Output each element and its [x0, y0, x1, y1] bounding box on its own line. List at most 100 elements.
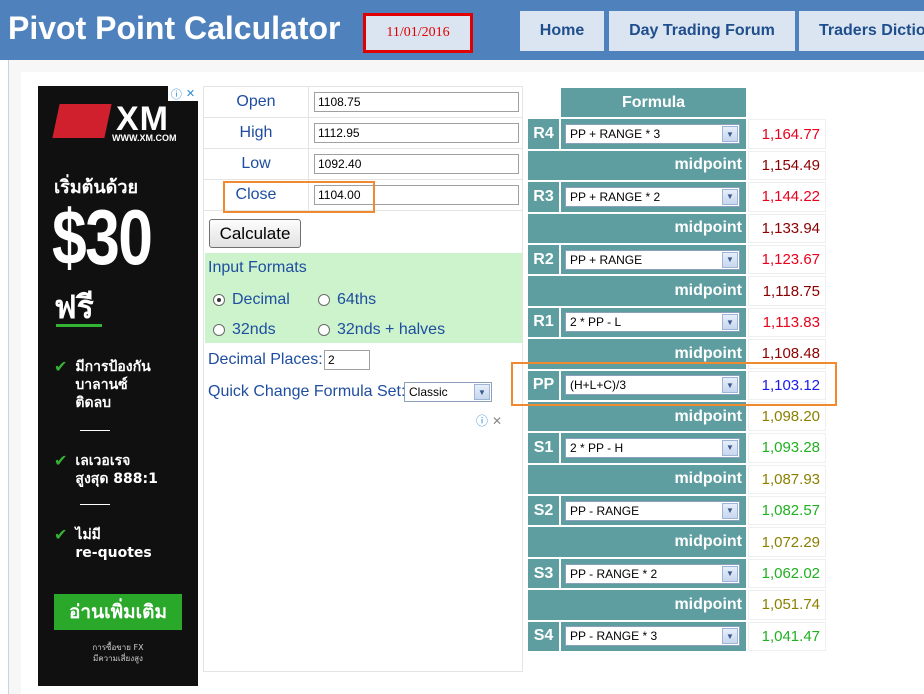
decimal-places-label: Decimal Places:	[208, 351, 323, 368]
midpoint-value: 1,108.48	[748, 339, 826, 369]
level-value: 1,123.67	[748, 244, 826, 275]
level-label: S3	[528, 558, 559, 589]
chevron-down-icon[interactable]: ▼	[722, 628, 738, 645]
table-row: S3 PP - RANGE * 2 ▼ 1,062.02	[528, 558, 826, 589]
radio-icon[interactable]	[213, 324, 225, 336]
ad-divider	[80, 430, 110, 431]
midpoint-label: midpoint	[528, 527, 746, 557]
nav-forum-button[interactable]: Day Trading Forum	[609, 11, 795, 51]
chevron-down-icon[interactable]: ▼	[722, 126, 738, 143]
radio-icon[interactable]	[318, 294, 330, 306]
site-header: Pivot Point Calculator 11/01/2016 Home D…	[0, 0, 924, 60]
table-row: midpoint 1,072.29	[528, 527, 826, 557]
level-value: 1,082.57	[748, 496, 826, 526]
level-label: R2	[528, 244, 559, 275]
table-row: midpoint 1,087.93	[528, 464, 826, 495]
chevron-down-icon[interactable]: ▼	[722, 377, 738, 394]
high-input[interactable]	[314, 123, 519, 143]
ad-feature: ✔ เลเวอเรจ สูงสุด 888:1	[54, 451, 158, 488]
midpoint-label: midpoint	[528, 590, 746, 620]
low-input[interactable]	[314, 154, 519, 174]
midpoint-value: 1,087.93	[748, 464, 826, 495]
ad-disclaimer: การซื้อขาย FX มีความเสี่ยงสูง	[92, 643, 144, 663]
ad-divider	[80, 504, 110, 505]
table-row: midpoint 1,118.75	[528, 276, 826, 306]
formula-select[interactable]: PP + RANGE * 3 ▼	[565, 124, 740, 145]
chevron-down-icon[interactable]: ▼	[722, 439, 738, 456]
open-label: Open	[203, 86, 309, 118]
check-icon: ✔	[54, 357, 68, 376]
formula-select[interactable]: PP + RANGE * 2 ▼	[565, 186, 740, 207]
midpoint-label: midpoint	[528, 339, 746, 369]
calculate-button[interactable]: Calculate	[209, 219, 301, 248]
page-title: Pivot Point Calculator	[8, 10, 341, 46]
ad-feature: ✔ มีการป้องกัน บาลานซ์ ติดลบ	[54, 357, 151, 412]
chevron-down-icon[interactable]: ▼	[722, 251, 738, 268]
table-row: R1 2 * PP - L ▼ 1,113.83	[528, 307, 826, 338]
input-formats-title: Input Formats	[208, 259, 307, 276]
formula-column-header: Formula	[561, 88, 746, 118]
high-label: High	[203, 117, 309, 149]
format-32nds-radio[interactable]: 32nds	[213, 321, 276, 339]
price-input-table: Open High Low Close	[203, 86, 523, 211]
chevron-down-icon[interactable]: ▼	[722, 188, 738, 205]
level-value: 1,093.28	[748, 433, 826, 463]
format-32nds-halves-radio[interactable]: 32nds + halves	[318, 321, 445, 339]
nav-dictionary-button[interactable]: Traders Dictio	[799, 11, 924, 51]
table-row: midpoint 1,098.20	[528, 401, 826, 432]
table-row: PP (H+L+C)/3 ▼ 1,103.12	[528, 370, 826, 400]
close-label: Close	[203, 179, 309, 211]
level-label: R3	[528, 182, 559, 212]
ad-read-more-button[interactable]: อ่านเพิ่มเติม	[54, 594, 182, 630]
adchoices-icon[interactable]: ⓘ ✕	[476, 413, 508, 429]
table-row: midpoint 1,133.94	[528, 213, 826, 243]
quick-change-label: Quick Change Formula Set:	[208, 383, 406, 400]
ad-brand-logo: XM WWW.XM.COM	[52, 100, 186, 144]
adchoices-icon[interactable]: ⓘ ✕	[168, 86, 198, 101]
midpoint-value: 1,154.49	[748, 150, 826, 181]
level-value: 1,103.12	[748, 370, 826, 400]
radio-icon[interactable]	[318, 324, 330, 336]
pivot-results-table: Formula R4 PP + RANGE * 3 ▼ 1,164.77 midpoin…	[526, 86, 828, 653]
formula-select[interactable]: PP - RANGE ▼	[565, 500, 740, 521]
level-value: 1,062.02	[748, 558, 826, 589]
date-display: 11/01/2016	[363, 13, 473, 53]
midpoint-value: 1,051.74	[748, 590, 826, 620]
side-advertisement[interactable]: ⓘ ✕ XM WWW.XM.COM เริ่มต้นด้วย $30 ฟรี ✔ …	[38, 86, 198, 686]
check-icon: ✔	[54, 525, 68, 544]
formula-select[interactable]: PP + RANGE ▼	[565, 249, 740, 270]
midpoint-label: midpoint	[528, 276, 746, 306]
chevron-down-icon[interactable]: ▼	[474, 384, 490, 400]
ad-feature: ✔ ไม่มี re-quotes	[54, 525, 152, 562]
formula-select[interactable]: PP - RANGE * 3 ▼	[565, 626, 740, 647]
chevron-down-icon[interactable]: ▼	[722, 502, 738, 519]
check-icon: ✔	[54, 451, 68, 470]
formula-select[interactable]: (H+L+C)/3 ▼	[565, 375, 740, 396]
table-row: midpoint 1,154.49	[528, 150, 826, 181]
ad-underline	[56, 324, 102, 327]
nav-home-button[interactable]: Home	[520, 11, 604, 51]
format-decimal-radio[interactable]: Decimal	[213, 291, 290, 309]
bull-logo-icon	[52, 104, 112, 138]
table-row: S4 PP - RANGE * 3 ▼ 1,041.47	[528, 621, 826, 652]
chevron-down-icon[interactable]: ▼	[722, 314, 738, 331]
level-value: 1,041.47	[748, 621, 826, 652]
formula-select[interactable]: 2 * PP - L ▼	[565, 312, 740, 333]
chevron-down-icon[interactable]: ▼	[722, 565, 738, 582]
decimal-places-input[interactable]	[324, 350, 370, 370]
radio-selected-icon[interactable]	[213, 294, 225, 306]
close-input[interactable]	[314, 185, 519, 205]
formula-select[interactable]: 2 * PP - H ▼	[565, 437, 740, 458]
midpoint-label: midpoint	[528, 401, 746, 432]
table-row: midpoint 1,051.74	[528, 590, 826, 620]
midpoint-value: 1,133.94	[748, 213, 826, 243]
formula-set-select[interactable]: Classic ▼	[404, 382, 492, 402]
format-64ths-radio[interactable]: 64ths	[318, 291, 376, 309]
midpoint-label: midpoint	[528, 213, 746, 243]
level-label: PP	[528, 370, 559, 400]
open-input[interactable]	[314, 92, 519, 112]
midpoint-value: 1,098.20	[748, 401, 826, 432]
level-label: S2	[528, 496, 559, 526]
level-label: S4	[528, 621, 559, 652]
formula-select[interactable]: PP - RANGE * 2 ▼	[565, 563, 740, 584]
